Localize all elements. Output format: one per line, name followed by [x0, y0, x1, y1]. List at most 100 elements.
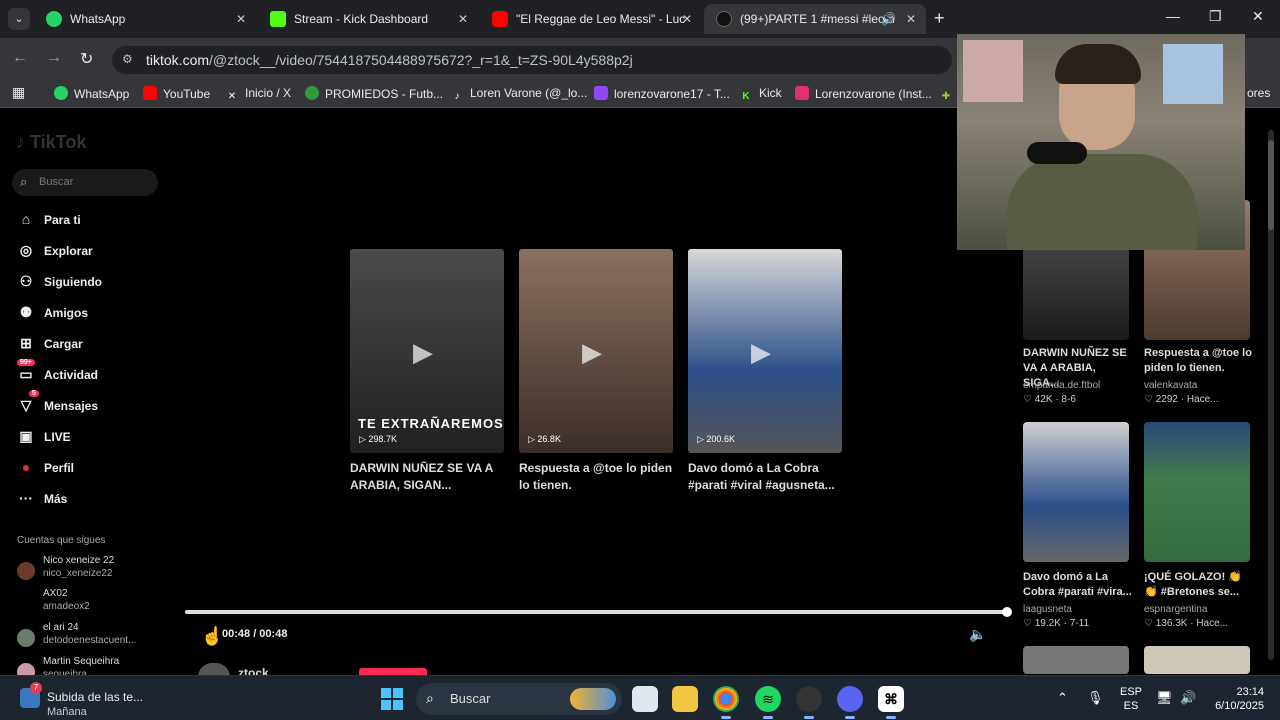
site-settings-icon[interactable]: ⚙ [122, 52, 133, 66]
page-scrollbar[interactable] [1268, 130, 1274, 660]
recommended-user[interactable]: empanda.de.ftbol [1023, 380, 1100, 391]
back-icon[interactable]: ← [12, 49, 28, 67]
bookmark-kick[interactable]: K Kick [739, 86, 781, 104]
account-name: el ari 24 [43, 622, 79, 633]
recommended-video-thumb[interactable] [1023, 646, 1129, 674]
bookmark-extension-icon[interactable]: ✚ [939, 86, 959, 104]
nav-label: Actividad [44, 368, 99, 382]
recommended-video-thumb[interactable] [1144, 422, 1250, 562]
suggested-video-card[interactable]: ▶ TE EXTRAÑAREMOS ▷ 298.7K [350, 249, 504, 453]
view-count: ▷ 200.6K [697, 434, 735, 444]
all-bookmarks[interactable]: ores [1247, 86, 1270, 100]
webcam-overlay [957, 34, 1245, 250]
instagram-icon [795, 86, 809, 100]
forward-icon[interactable]: → [46, 49, 62, 67]
bookmark-whatsapp[interactable]: WhatsApp [54, 86, 129, 101]
discord-icon[interactable] [837, 686, 863, 719]
close-icon[interactable]: ✕ [458, 4, 468, 34]
speaker-icon[interactable]: 🔊 [1180, 690, 1196, 706]
recommended-user[interactable]: espnargentina [1144, 604, 1207, 615]
window-close-icon[interactable]: ✕ [1252, 8, 1264, 25]
task-view-icon[interactable] [632, 686, 658, 712]
recommended-user[interactable]: laagusneta [1023, 604, 1072, 615]
tab-whatsapp[interactable]: WhatsApp ✕ [34, 4, 256, 34]
suggested-video-card[interactable]: ▶ ▷ 26.8K [519, 249, 673, 453]
recommended-user[interactable]: valenkavata [1144, 380, 1197, 391]
account-user: amadeox2 [43, 601, 90, 612]
input-language[interactable]: ESP ES [1120, 685, 1142, 713]
nav-siguiendo[interactable]: ⚇ Siguiendo [17, 273, 102, 295]
video-caption[interactable]: Respuesta a @toe lo piden lo tienen. [519, 460, 679, 494]
account-name: Martin Sequeihra [43, 656, 120, 667]
bookmark-twitch[interactable]: lorenzovarone17 - T... [594, 86, 730, 101]
home-icon: ⌂ [21, 211, 31, 227]
search-icon: ⌕ [426, 690, 434, 706]
tab-tiktok[interactable]: (99+)PARTE 1 #messi #leom 🔊 ✕ [704, 4, 926, 34]
close-icon[interactable]: ✕ [236, 4, 246, 34]
taskbar: 7 Subida de las te... Mañana ⌕ Buscar ≋ … [0, 675, 1280, 720]
network-icon[interactable]: 🖥 [1156, 690, 1173, 706]
url-path: /@ztock__/video/7544187504488975672?_r=1… [209, 52, 633, 68]
minimize-icon[interactable]: — [1166, 8, 1180, 24]
recommended-title[interactable]: ¡QUÉ GOLAZO! 👏 👏 #Bretones se... [1144, 570, 1254, 600]
whatsapp-icon [46, 11, 62, 27]
video-progress-bar[interactable] [185, 607, 1012, 617]
file-explorer-icon[interactable] [672, 686, 698, 712]
capcut-icon[interactable]: ⌘ [878, 686, 904, 719]
microphone-icon[interactable]: 🎙 [1087, 690, 1104, 706]
clock[interactable]: 23:14 6/10/2025 [1208, 685, 1264, 713]
streamer-body [1007, 154, 1197, 250]
nav-perfil[interactable]: ● Perfil [17, 459, 74, 481]
nav-explorar[interactable]: ◎ Explorar [17, 242, 93, 264]
speaker-icon[interactable]: 🔊 [881, 4, 896, 34]
tab-title: "El Reggae de Leo Messi" - Luc [516, 12, 686, 26]
new-tab-icon[interactable]: + [934, 8, 945, 29]
nav-actividad[interactable]: 99+ ▭ Actividad [17, 359, 99, 388]
progress-knob[interactable] [1002, 607, 1012, 617]
nav-amigos[interactable]: ⚉ Amigos [17, 304, 88, 326]
bookmark-x[interactable]: ✕ Inicio / X [225, 86, 291, 104]
nav-para-ti[interactable]: ⌂ Para ti [17, 211, 81, 233]
spotify-icon[interactable]: ≋ [755, 686, 781, 719]
video-caption[interactable]: Davo domó a La Cobra #parati #viral #agu… [688, 460, 848, 494]
video-caption[interactable]: DARWIN NUÑEZ SE VA A ARABIA, SIGAN... [350, 460, 510, 494]
bookmark-instagram[interactable]: Lorenzovarone (Inst... [795, 86, 932, 101]
volume-icon[interactable]: 🔈 [969, 626, 986, 643]
obs-icon[interactable] [796, 686, 822, 719]
bookmark-tiktok[interactable]: ♪ Loren Varone (@_lo... [450, 86, 588, 104]
tab-youtube[interactable]: "El Reggae de Leo Messi" - Luc ✕ [480, 4, 702, 34]
nav-mas[interactable]: ··· Más [17, 490, 67, 512]
search-input[interactable]: ⌕ Buscar [12, 169, 158, 196]
recommended-video-thumb[interactable] [1144, 646, 1250, 674]
taskbar-search[interactable]: ⌕ Buscar [416, 683, 622, 715]
tab-search-chevron-icon[interactable]: ⌄ [8, 8, 30, 30]
tray-overflow-icon[interactable]: ⌃ [1057, 690, 1068, 706]
bookmark-youtube[interactable]: YouTube [143, 86, 210, 101]
wall-poster [963, 40, 1023, 102]
nav-label: Mensajes [44, 399, 99, 413]
play-icon: ▶ [751, 337, 771, 367]
recommended-title[interactable]: Davo domó a La Cobra #parati #vira... [1023, 570, 1133, 600]
taskbar-search-label: Buscar [450, 691, 491, 706]
close-icon[interactable]: ✕ [906, 4, 916, 34]
apps-grid-icon[interactable]: ▦ [12, 84, 25, 101]
close-icon[interactable]: ✕ [682, 4, 692, 34]
nav-cargar[interactable]: ⊞ Cargar [17, 335, 83, 357]
view-count-value: 298.7K [368, 434, 397, 444]
start-windows-icon[interactable] [381, 688, 403, 710]
recommended-title[interactable]: Respuesta a @toe lo piden lo tienen. [1144, 346, 1254, 376]
following-icon: ⚇ [19, 273, 33, 289]
address-bar[interactable]: ⚙ tiktok.com/@ztock__/video/754418750448… [112, 46, 952, 74]
recommended-video-thumb[interactable] [1023, 422, 1129, 562]
tiktok-logo[interactable]: ♪ TikTok [16, 132, 86, 153]
bookmark-promiedos[interactable]: PROMIEDOS - Futb... [305, 86, 443, 101]
chrome-icon[interactable] [713, 686, 739, 719]
tab-kick-dashboard[interactable]: Stream - Kick Dashboard ✕ [258, 4, 478, 34]
suggested-video-card[interactable]: ▶ ▷ 200.6K [688, 249, 842, 453]
scrollbar-thumb[interactable] [1268, 140, 1274, 230]
nav-mensajes[interactable]: 5 ▽ Mensajes [17, 390, 99, 419]
restore-icon[interactable]: ❐ [1209, 8, 1222, 25]
reload-icon[interactable]: ↻ [80, 49, 93, 69]
nav-live[interactable]: ▣ LIVE [17, 428, 70, 450]
progress-fill [185, 607, 1012, 617]
